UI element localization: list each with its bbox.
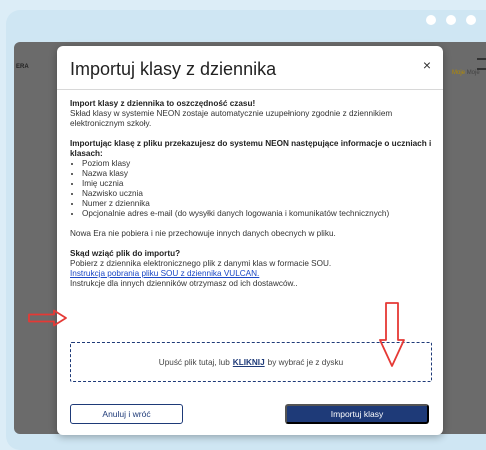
- info-item: Nazwisko ucznia: [82, 189, 432, 199]
- drop-zone-click-link[interactable]: KLIKNIJ: [233, 358, 265, 367]
- window-dot-2[interactable]: [446, 15, 456, 25]
- window-dot-3[interactable]: [466, 15, 476, 25]
- intro-text: Skład klasy w systemie NEON zostaje auto…: [70, 109, 393, 128]
- import-dialog: Importuj klasy z dziennika × Import klas…: [57, 46, 443, 435]
- drop-zone-text-after: by wybrać je z dysku: [267, 357, 344, 367]
- import-button[interactable]: Importuj klasy: [285, 404, 429, 424]
- source-section: Skąd wziąć plik do importu? Pobierz z dz…: [70, 249, 432, 289]
- source-heading: Skąd wziąć plik do importu?: [70, 249, 181, 258]
- window-controls: [426, 15, 476, 25]
- info-list: Poziom klasy Nazwa klasy Imię ucznia Naz…: [70, 159, 432, 219]
- vulcan-instruction-link[interactable]: Instrukcja pobrania pliku SOU z dziennik…: [70, 269, 259, 278]
- dialog-title: Importuj klasy z dziennika: [70, 59, 277, 79]
- info-item: Opcjonalnie adres e-mail (do wysyłki dan…: [82, 209, 432, 219]
- info-item: Poziom klasy: [82, 159, 432, 169]
- cancel-button[interactable]: Anuluj i wróć: [70, 404, 183, 424]
- dialog-content: Import klasy z dziennika to oszczędność …: [70, 99, 432, 299]
- app-logo-text: ERA: [16, 64, 29, 70]
- drop-zone-text-before: Upuść plik tutaj, lub: [158, 357, 230, 367]
- app-nav-label-2[interactable]: Moje: [467, 70, 480, 76]
- info-item: Imię ucznia: [82, 179, 432, 189]
- app-nav-label-1[interactable]: Moje: [452, 70, 465, 76]
- close-icon[interactable]: ×: [423, 57, 431, 73]
- info-item: Nazwa klasy: [82, 169, 432, 179]
- privacy-text: Nowa Era nie pobiera i nie przechowuje i…: [70, 229, 336, 238]
- source-text: Pobierz z dziennika elektronicznego plik…: [70, 259, 332, 268]
- info-item: Numer z dziennika: [82, 199, 432, 209]
- other-journals-text: Instrukcje dla innych dzienników otrzyma…: [70, 279, 298, 288]
- intro-section: Import klasy z dziennika to oszczędność …: [70, 99, 432, 129]
- annotation-arrow-right-icon: [28, 309, 67, 327]
- info-heading: Importując klasę z pliku przekazujesz do…: [70, 139, 432, 158]
- window-dot-1[interactable]: [426, 15, 436, 25]
- title-divider: [57, 89, 443, 90]
- menu-icon[interactable]: [477, 58, 486, 70]
- annotation-arrow-down-icon: [379, 302, 405, 367]
- intro-heading: Import klasy z dziennika to oszczędność …: [70, 99, 256, 108]
